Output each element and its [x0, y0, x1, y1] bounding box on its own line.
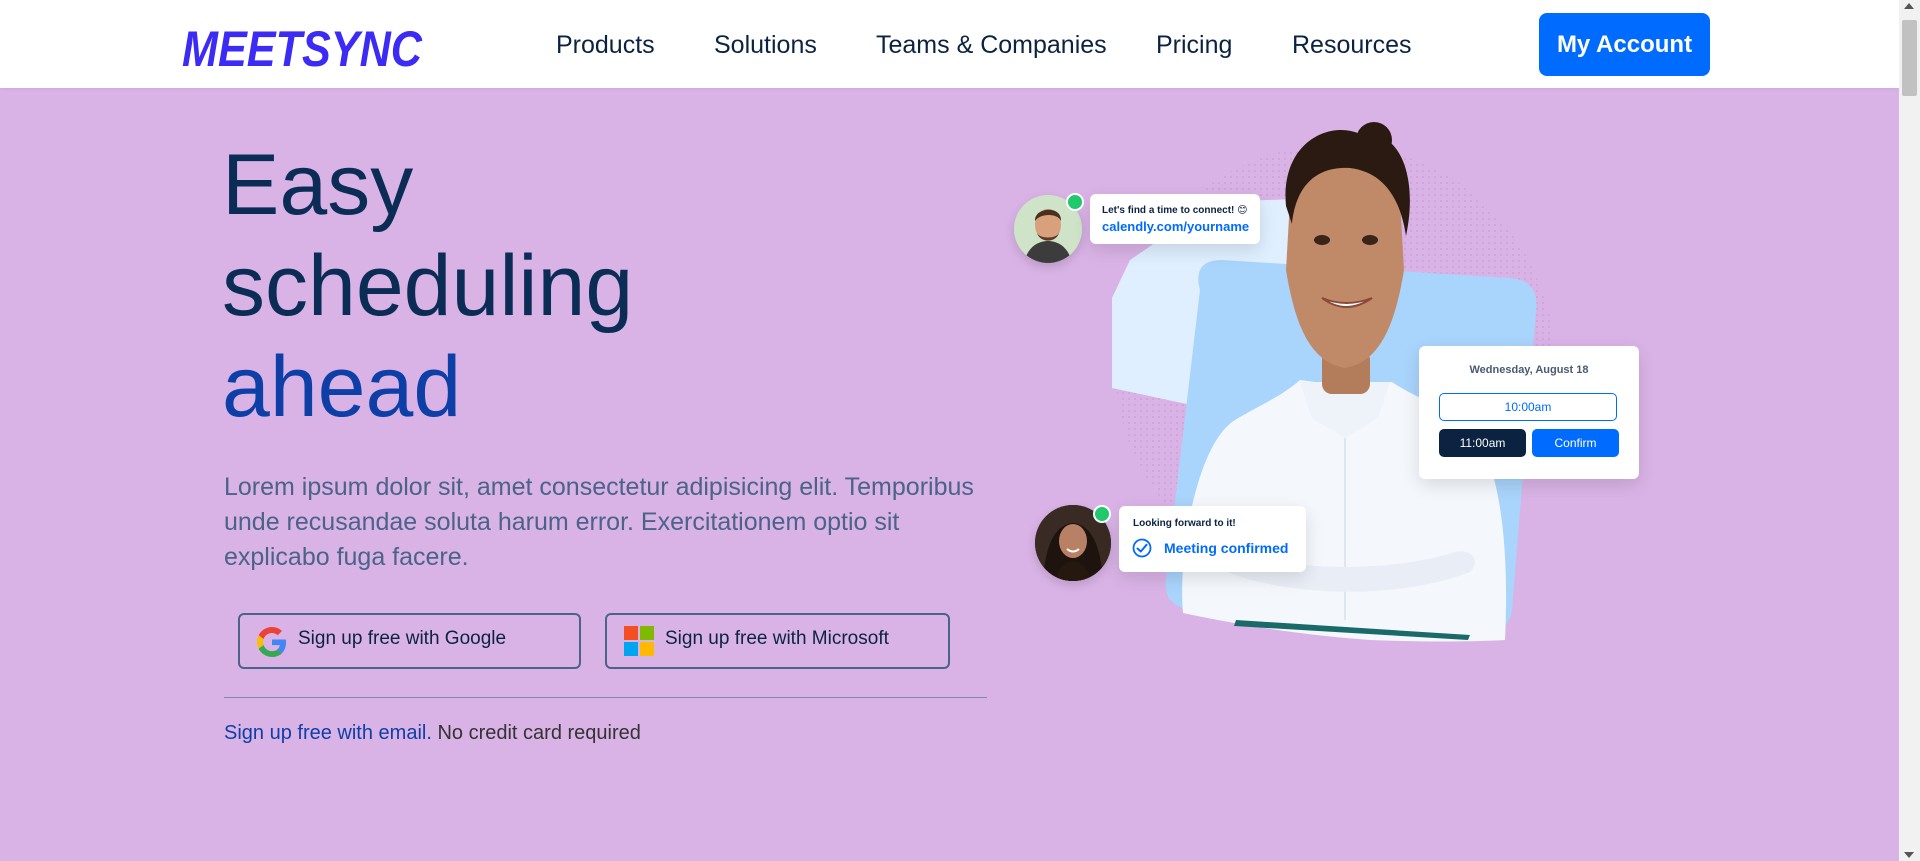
hero-title-line-2: scheduling: [222, 238, 634, 334]
scheduling-date: Wednesday, August 18: [1469, 364, 1589, 376]
chat-bubble-invite: Let's find a time to connect! 😊 calendly…: [1090, 194, 1260, 244]
meetsync-logo-graphic: MEETSYNC: [182, 21, 423, 71]
microsoft-icon: [624, 626, 654, 656]
signup-email-link[interactable]: Sign up free with email.: [224, 722, 432, 744]
nav-solutions[interactable]: Solutions: [714, 29, 817, 61]
hero-title: Easy scheduling ahead: [222, 135, 633, 438]
chat-invite-link: calendly.com/yourname: [1102, 219, 1250, 234]
confirm-button[interactable]: Confirm: [1532, 429, 1619, 457]
online-status-dot: [1066, 193, 1084, 211]
signup-email-line: Sign up free with email. No credit card …: [224, 722, 641, 745]
nav-products[interactable]: Products: [556, 29, 655, 61]
svg-text:MEETSYNC: MEETSYNC: [182, 21, 423, 71]
page-scrollbar[interactable]: [1899, 0, 1920, 861]
check-circle-icon: [1132, 538, 1152, 558]
nav-resources[interactable]: Resources: [1292, 29, 1412, 61]
nav-teams-companies[interactable]: Teams & Companies: [876, 29, 1107, 61]
time-slot-10am[interactable]: 10:00am: [1439, 393, 1617, 421]
chat-invite-text: Let's find a time to connect! 😊: [1102, 205, 1248, 216]
scheduling-card: Wednesday, August 18 10:00am 11:00am Con…: [1419, 346, 1639, 479]
my-account-button[interactable]: My Account: [1539, 13, 1710, 76]
scroll-down-arrow-icon[interactable]: [1904, 852, 1914, 858]
hero-title-line-3: ahead: [222, 339, 462, 435]
meetsync-logo[interactable]: MEETSYNC: [180, 21, 425, 71]
google-icon: [257, 627, 287, 657]
hero-description: Lorem ipsum dolor sit, amet consectetur …: [224, 473, 974, 571]
nav-pricing[interactable]: Pricing: [1156, 29, 1232, 61]
scrollbar-thumb[interactable]: [1902, 20, 1917, 96]
time-slot-11am[interactable]: 11:00am: [1439, 429, 1526, 457]
signup-microsoft-button[interactable]: Sign up free with Microsoft: [605, 613, 950, 669]
hero-illustration: Let's find a time to connect! 😊 calendly…: [1000, 120, 1660, 660]
no-credit-card-text: No credit card required: [437, 722, 641, 744]
section-divider: [224, 697, 987, 698]
hero-title-line-1: Easy: [222, 137, 414, 233]
signup-google-button[interactable]: Sign up free with Google: [238, 613, 581, 669]
online-status-dot-2: [1093, 505, 1111, 523]
signup-google-label: Sign up free with Google: [298, 628, 507, 649]
signup-microsoft-label: Sign up free with Microsoft: [665, 628, 889, 649]
top-navbar: MEETSYNC Products Solutions Teams & Comp…: [0, 0, 1899, 88]
chat-bubble-confirmed: Looking forward to it! Meeting confirmed: [1119, 506, 1306, 572]
scroll-up-arrow-icon[interactable]: [1904, 3, 1914, 9]
chat-confirmed-status: Meeting confirmed: [1164, 540, 1289, 556]
chat-confirmed-text: Looking forward to it!: [1133, 518, 1236, 529]
